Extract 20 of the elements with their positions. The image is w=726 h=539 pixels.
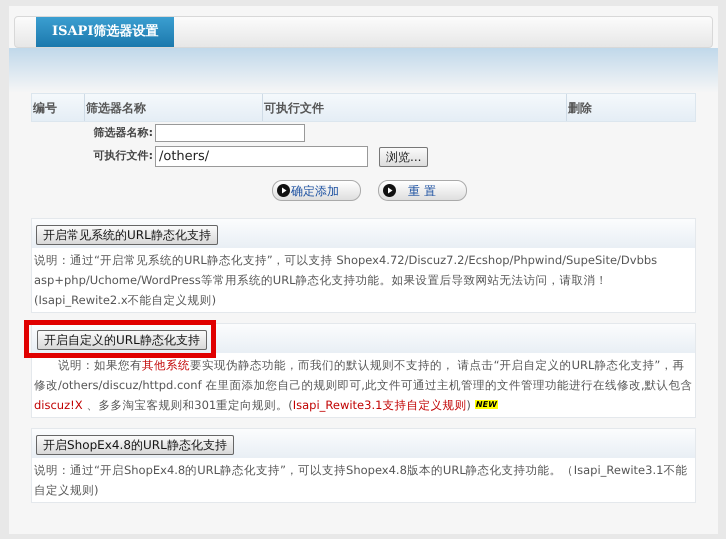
column-header: 筛选器名称 — [85, 100, 146, 116]
enable-button[interactable]: 开启自定义的URL静态化支持 — [37, 330, 207, 350]
column-header: 可执行文件 — [263, 100, 324, 116]
panel-tab[interactable]: ISAPI筛选器设置 — [36, 17, 174, 47]
play-icon — [277, 184, 290, 197]
play-icon — [383, 184, 396, 197]
field-label: 可执行文件: — [92, 148, 153, 164]
browse-button[interactable]: 浏览... — [379, 146, 428, 166]
enable-button[interactable]: 开启常见系统的URL静态化支持 — [36, 224, 218, 244]
action-button[interactable]: 重 置 — [378, 180, 467, 201]
column-header: 删除 — [567, 100, 592, 116]
enable-button[interactable]: 开启ShopEx4.8的URL静态化支持 — [36, 434, 234, 454]
column-header: 编号 — [32, 100, 57, 116]
description-text: 说明：通过“开启常见系统的URL静态化支持”，可以支持 Shopex4.72/Discuz7.2/Ecshop/Phpwind/SupeSite/Dvbbs asp+php/Uchome/WordPress等常用系统的URL静态化支持功能。如果设置后导致网站无法访问，请取消！(Isapi_Rewite2.x不能自定义规则) — [33, 252, 658, 309]
field-label: 筛选器名称: — [92, 124, 153, 141]
description-text: 说明：如果您有其他系统要实现伪静态功能，而我们的默认规则不支持的， 请点击“开启自定义的URL静态化支持”，再修改/others/discuz/httpd.conf 在里面添加您自己的规则即可,此文件可通过主机管理的文件管理功能进行在线修改,默认包含 discuz!X 、多多淘宝客规则和301重定向规则。(Isapi_Rewite3.1支持自定义规则) NEW — [33, 357, 694, 414]
input-field[interactable]: /others/ — [155, 146, 368, 167]
input-field[interactable] — [155, 124, 305, 142]
action-button[interactable]: 确定添加 — [272, 180, 361, 201]
description-text: 说明：通过“开启ShopEx4.8的URL静态化支持”，可以支持Shopex4.8版本的URL静态化支持功能。（Isapi_Rewite3.1不能自定义规则) — [33, 462, 688, 499]
